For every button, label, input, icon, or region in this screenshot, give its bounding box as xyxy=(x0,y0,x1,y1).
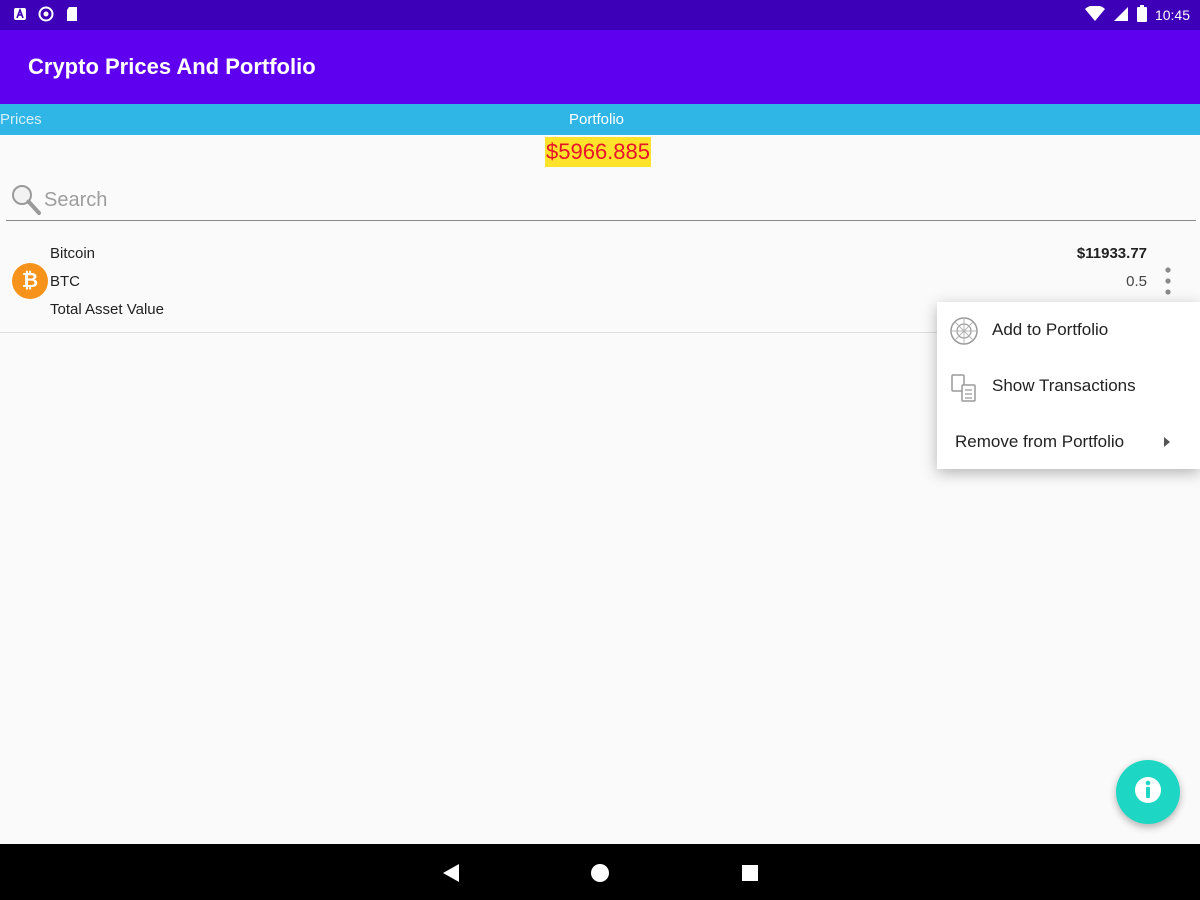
coin-quantity: 0.5 xyxy=(1126,273,1147,290)
portfolio-total-value: $5966.885 xyxy=(545,137,651,167)
coin-name: Bitcoin xyxy=(50,245,96,262)
transactions-icon xyxy=(949,372,979,402)
menu-item-show-transactions[interactable]: Show Transactions xyxy=(937,358,1200,414)
info-button[interactable] xyxy=(1116,760,1180,824)
menu-item-remove-from-portfolio[interactable]: Remove from Portfolio xyxy=(937,414,1200,470)
wifi-icon xyxy=(1084,4,1105,25)
more-options-icon[interactable] xyxy=(1158,264,1178,298)
add-portfolio-icon xyxy=(949,316,979,346)
app-title: Crypto Prices And Portfolio xyxy=(28,54,316,79)
context-menu: Add to Portfolio Show Transactions Remov… xyxy=(937,302,1200,469)
menu-item-add-to-portfolio[interactable]: Add to Portfolio xyxy=(937,302,1200,358)
menu-item-label: Add to Portfolio xyxy=(992,320,1109,339)
navigation-bar xyxy=(0,844,1200,900)
coin-symbol: BTC xyxy=(50,273,80,290)
back-icon[interactable] xyxy=(439,862,461,884)
battery-icon xyxy=(1136,5,1147,25)
recents-icon[interactable] xyxy=(739,862,761,884)
a-notification-icon xyxy=(12,6,28,22)
tab-portfolio[interactable]: Portfolio xyxy=(569,111,624,128)
signal-icon xyxy=(1113,6,1129,25)
menu-item-label: Show Transactions xyxy=(992,376,1136,395)
sd-card-icon xyxy=(64,6,80,22)
home-icon[interactable] xyxy=(589,862,611,884)
search-icon xyxy=(10,182,42,216)
coin-price: $11933.77 xyxy=(1076,245,1147,262)
tab-bar: Prices Portfolio xyxy=(0,104,1200,135)
notification-icons xyxy=(12,6,80,22)
app-bar: Crypto Prices And Portfolio xyxy=(0,30,1200,104)
total-asset-value-label: Total Asset Value xyxy=(50,301,164,318)
status-time: 10:45 xyxy=(1154,7,1190,23)
menu-item-label: Remove from Portfolio xyxy=(955,432,1125,451)
status-bar: 10:45 xyxy=(0,0,1200,30)
info-icon xyxy=(1133,775,1163,810)
submenu-arrow-icon xyxy=(1163,435,1171,447)
system-status: 10:45 xyxy=(1084,4,1190,25)
search-bar xyxy=(6,178,1196,221)
tab-prices[interactable]: Prices xyxy=(0,111,42,128)
bitcoin-icon: ₿ xyxy=(12,263,48,299)
circle-notification-icon xyxy=(38,6,54,22)
search-input[interactable] xyxy=(42,182,1146,218)
